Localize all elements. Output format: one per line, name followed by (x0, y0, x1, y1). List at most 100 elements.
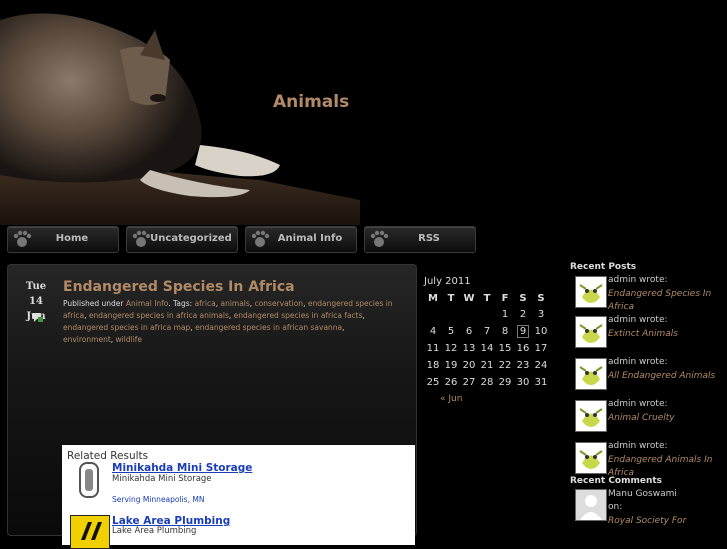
calendar-day: 16 (516, 343, 530, 354)
related-item-link[interactable]: Serving Minneapolis, MN (112, 495, 204, 504)
calendar-day: 31 (534, 377, 548, 388)
calendar-day (424, 306, 442, 323)
tag-link[interactable]: conservation (255, 299, 303, 308)
nav-uncategorized-button[interactable]: Uncategorized (126, 226, 238, 253)
related-item-subtitle: Lake Area Plumbing (112, 526, 197, 536)
recent-post-link[interactable]: Animal Cruelty (608, 412, 718, 425)
published-under-label: Published under (63, 299, 124, 308)
calendar-day: 23 (516, 360, 530, 371)
site-title[interactable]: Animals (273, 92, 349, 112)
calendar-day: 28 (480, 377, 494, 388)
calendar-day: 30 (516, 377, 530, 388)
main-nav: Home Uncategorized Animal Info RSS (0, 226, 727, 253)
nav-animal-info-button[interactable]: Animal Info (245, 226, 357, 253)
recent-post-author: admin wrote: (608, 315, 668, 325)
calendar-day: 12 (444, 343, 458, 354)
calendar-day-today: 9 (514, 323, 532, 340)
storage-logo-icon (79, 462, 99, 498)
calendar-day: 10 (534, 326, 548, 337)
calendar-day (460, 306, 478, 323)
recent-comment-item: Manu Goswami on: Royal Society For (570, 486, 727, 536)
calendar-day: 2 (519, 309, 527, 320)
nav-label: RSS (418, 233, 440, 244)
wolf-image (0, 0, 360, 225)
related-item-title[interactable]: Minikahda Mini Storage (112, 462, 252, 474)
weekday-header: W (463, 292, 475, 304)
calendar-day (478, 306, 496, 323)
nav-rss-button[interactable]: RSS (364, 226, 476, 253)
calendar-day: 3 (537, 309, 545, 320)
calendar-day: 24 (534, 360, 548, 371)
recent-comment-link[interactable]: Royal Society For (608, 515, 718, 528)
calendar-day: 7 (483, 326, 491, 337)
today-marker: 9 (516, 325, 530, 338)
tag-link[interactable]: endangered species in african savanna (195, 323, 342, 332)
recent-post-link[interactable]: Extinct Animals (608, 328, 718, 341)
avatar (575, 442, 607, 474)
calendar-widget: July 2011 M T W T F S S 1 2 3 4 5 6 7 8 … (424, 276, 550, 404)
paw-icon (370, 230, 389, 247)
recent-post-author: admin wrote: (608, 275, 668, 285)
calendar-day: 5 (447, 326, 455, 337)
recent-comment-author: Manu Goswami (608, 489, 677, 499)
nav-label: Uncategorized (150, 233, 232, 244)
recent-post-item: admin wrote: All Endangered Animals (570, 354, 727, 396)
paw-icon (13, 230, 32, 247)
calendar-day: 26 (444, 377, 458, 388)
calendar-day: 13 (462, 343, 476, 354)
nav-home-button[interactable]: Home (7, 226, 119, 253)
recent-post-item: admin wrote: Extinct Animals (570, 312, 727, 354)
tag-link[interactable]: endangered species in africa facts (234, 311, 363, 320)
yellow-pages-logo-icon (70, 515, 110, 549)
tag-link[interactable]: wildlife (116, 335, 142, 344)
calendar-day: 4 (429, 326, 437, 337)
weekday-header: T (447, 292, 455, 304)
calendar-day (442, 306, 460, 323)
calendar-day: 18 (426, 360, 440, 371)
avatar (575, 316, 607, 348)
tag-link[interactable]: endangered species in africa map (63, 323, 190, 332)
nav-label: Animal Info (277, 233, 343, 244)
tag-link[interactable]: animals (220, 299, 249, 308)
calendar-day: 21 (480, 360, 494, 371)
calendar-day: 6 (465, 326, 473, 337)
weekday-header: S (519, 292, 527, 304)
post-day: Tue (25, 281, 47, 292)
calendar-day: 29 (498, 377, 512, 388)
recent-post-item: admin wrote: Animal Cruelty (570, 396, 727, 438)
tag-link[interactable]: endangered species in africa animals (89, 311, 229, 320)
recent-comment-on: on: (608, 502, 623, 512)
avatar (575, 489, 607, 521)
calendar-day: 20 (462, 360, 476, 371)
avatar (575, 400, 607, 432)
calendar-day: 15 (498, 343, 512, 354)
calendar-prev-month-link[interactable]: « Jun (440, 394, 550, 404)
recent-post-link[interactable]: Endangered Animals In Africa (608, 454, 718, 480)
tag-link[interactable]: environment (63, 335, 111, 344)
calendar-day: 11 (426, 343, 440, 354)
weekday-header: S (537, 292, 545, 304)
comment-icon[interactable] (32, 313, 43, 322)
calendar-day: 25 (426, 377, 440, 388)
nav-label: Home (55, 233, 89, 244)
recent-post-author: admin wrote: (608, 441, 668, 451)
weekday-header: T (483, 292, 491, 304)
tag-link[interactable]: africa (195, 299, 216, 308)
post-title[interactable]: Endangered Species In Africa (63, 279, 295, 295)
recent-post-link[interactable]: All Endangered Animals (608, 370, 718, 383)
calendar-day: 22 (498, 360, 512, 371)
recent-posts-heading: Recent Posts (570, 262, 637, 272)
calendar-title: July 2011 (424, 276, 471, 287)
recent-post-link[interactable]: Endangered Species In Africa (608, 288, 718, 314)
calendar-day: 8 (501, 326, 509, 337)
calendar-day: 17 (534, 343, 548, 354)
related-results-box: Related Results Minikahda Mini Storage M… (62, 445, 415, 549)
calendar-day: 1 (501, 309, 509, 320)
recent-post-item: admin wrote: Endangered Species In Afric… (570, 272, 727, 312)
recent-post-item: admin wrote: Endangered Animals In Afric… (570, 438, 727, 478)
calendar-day: 14 (480, 343, 494, 354)
calendar-day: 27 (462, 377, 476, 388)
post-category-link[interactable]: Animal Info (126, 299, 168, 308)
calendar-table: M T W T F S S 1 2 3 4 5 6 7 8 9 10 11 12… (424, 290, 550, 391)
tags-label: . Tags: (168, 299, 193, 308)
